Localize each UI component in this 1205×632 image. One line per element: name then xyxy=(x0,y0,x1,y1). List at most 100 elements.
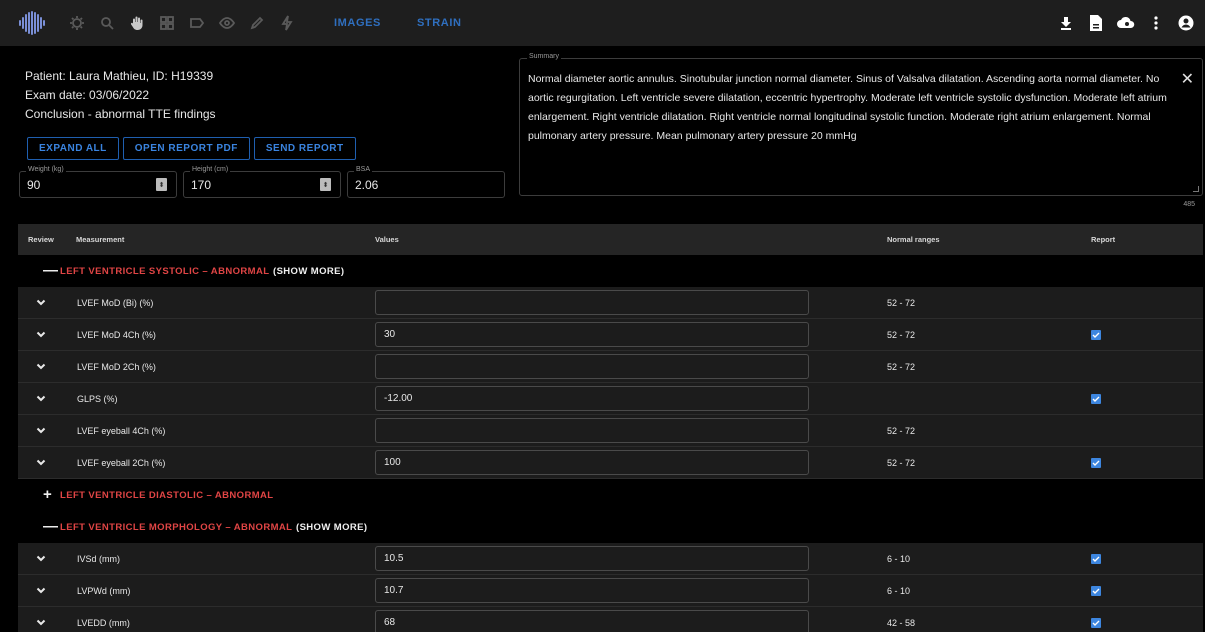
bsa-value: 2.06 xyxy=(355,178,379,192)
measurement-name: IVSd (mm) xyxy=(77,554,121,564)
chevron-down-icon[interactable] xyxy=(35,552,47,564)
collapse-icon[interactable]: — xyxy=(43,519,58,535)
value-input[interactable] xyxy=(375,354,809,379)
summary-label: Summary xyxy=(527,53,561,60)
section-title: LEFT VENTRICLE MORPHOLOGY – ABNORMAL xyxy=(60,522,293,533)
show-more-link[interactable]: (SHOW MORE) xyxy=(273,266,344,277)
section-header[interactable]: — LEFT VENTRICLE MORPHOLOGY – ABNORMAL (SH… xyxy=(18,511,1203,543)
value-input[interactable]: 10.7 xyxy=(375,578,809,603)
summary-text: Normal diameter aortic annulus. Sinotubu… xyxy=(528,73,1167,142)
bsa-field[interactable]: BSA 2.06 xyxy=(347,166,505,198)
chevron-down-icon[interactable] xyxy=(35,456,47,468)
chevron-down-icon[interactable] xyxy=(35,360,47,372)
section-header[interactable]: + LEFT VENTRICLE DIASTOLIC – ABNORMAL xyxy=(18,479,1203,511)
chevron-down-icon[interactable] xyxy=(35,328,47,340)
normal-range: 52 - 72 xyxy=(887,426,916,436)
value-input[interactable]: 68 xyxy=(375,610,809,632)
chevron-down-icon[interactable] xyxy=(35,616,47,628)
section-title: LEFT VENTRICLE DIASTOLIC – ABNORMAL xyxy=(60,490,274,501)
header-normal-ranges: Normal ranges xyxy=(887,235,940,244)
normal-range: 52 - 72 xyxy=(887,298,916,308)
value-text: -12.00 xyxy=(384,393,413,404)
tab-images[interactable]: IMAGES xyxy=(316,0,399,46)
table-row: IVSd (mm) 10.5 6 - 10 xyxy=(18,543,1203,575)
summary-textarea[interactable]: Summary Normal diameter aortic annulus. … xyxy=(519,53,1203,196)
measurement-name: LVEF MoD 2Ch (%) xyxy=(77,362,156,372)
value-text: 10.7 xyxy=(384,585,404,596)
report-checkbox[interactable] xyxy=(1091,330,1101,340)
table-header: Review Measurement Values Normal ranges … xyxy=(18,224,1203,255)
label-icon[interactable] xyxy=(182,8,212,38)
logo-icon xyxy=(16,10,48,36)
header-report: Report xyxy=(1091,235,1116,244)
exam-date: Exam date: 03/06/2022 xyxy=(25,88,150,102)
pencil-icon[interactable] xyxy=(242,8,272,38)
measurement-name: LVEDD (mm) xyxy=(77,618,130,628)
report-checkbox[interactable] xyxy=(1091,458,1101,468)
normal-range: 42 - 58 xyxy=(887,618,916,628)
weight-value: 90 xyxy=(27,178,41,192)
report-actions: EXPAND ALL OPEN REPORT PDF SEND REPORT xyxy=(27,137,360,160)
normal-range: 52 - 72 xyxy=(887,330,916,340)
toolbar-actions xyxy=(1049,0,1199,46)
grid-icon[interactable] xyxy=(152,8,182,38)
send-report-button[interactable]: SEND REPORT xyxy=(253,137,356,160)
open-report-pdf-button[interactable]: OPEN REPORT PDF xyxy=(122,137,250,160)
table-row: LVEF MoD 2Ch (%) 52 - 72 xyxy=(18,351,1203,383)
chevron-down-icon[interactable] xyxy=(35,584,47,596)
measurement-table: — LEFT VENTRICLE SYSTOLIC – ABNORMAL (SHOW… xyxy=(18,255,1203,632)
height-field[interactable]: Height (cm) 170 ⬍ xyxy=(183,166,341,198)
report-checkbox[interactable] xyxy=(1091,554,1101,564)
cloud-search-icon[interactable] xyxy=(1113,8,1139,38)
normal-range: 52 - 72 xyxy=(887,458,916,468)
value-input[interactable]: 30 xyxy=(375,322,809,347)
value-input[interactable]: 10.5 xyxy=(375,546,809,571)
value-input[interactable]: 100 xyxy=(375,450,809,475)
value-text: 68 xyxy=(384,617,396,628)
chevron-down-icon[interactable] xyxy=(35,424,47,436)
header-values: Values xyxy=(375,235,399,244)
height-stepper[interactable]: ⬍ xyxy=(320,178,331,191)
measurement-name: LVEF MoD (Bi) (%) xyxy=(77,298,154,308)
summary-char-count: 485 xyxy=(1183,201,1195,208)
report-checkbox[interactable] xyxy=(1091,394,1101,404)
conclusion: Conclusion - abnormal TTE findings xyxy=(25,107,216,121)
expand-all-button[interactable]: EXPAND ALL xyxy=(27,137,119,160)
report-checkbox[interactable] xyxy=(1091,586,1101,596)
collapse-icon[interactable]: — xyxy=(43,263,58,279)
account-icon[interactable] xyxy=(1173,8,1199,38)
chevron-down-icon[interactable] xyxy=(35,392,47,404)
zoom-icon[interactable] xyxy=(92,8,122,38)
more-vert-icon[interactable] xyxy=(1143,8,1169,38)
download-icon[interactable] xyxy=(1053,8,1079,38)
height-label: Height (cm) xyxy=(190,166,231,173)
expand-icon[interactable]: + xyxy=(43,487,52,503)
value-input[interactable] xyxy=(375,418,809,443)
table-row: LVEF MoD (Bi) (%) 52 - 72 xyxy=(18,287,1203,319)
weight-field[interactable]: Weight (kg) 90 ⬍ xyxy=(19,166,177,198)
value-input[interactable]: -12.00 xyxy=(375,386,809,411)
patient-line: Patient: Laura Mathieu, ID: H19339 xyxy=(25,69,214,83)
top-toolbar: IMAGES STRAIN xyxy=(0,0,1205,46)
patient-info: Patient: Laura Mathieu, ID: H19339 Exam … xyxy=(25,67,216,124)
weight-stepper[interactable]: ⬍ xyxy=(156,178,167,191)
close-icon[interactable]: ✕ xyxy=(1181,69,1194,89)
measurement-name: LVEF MoD 4Ch (%) xyxy=(77,330,156,340)
tab-strain[interactable]: STRAIN xyxy=(399,0,480,46)
height-value: 170 xyxy=(191,178,212,192)
chevron-down-icon[interactable] xyxy=(35,296,47,308)
value-input[interactable] xyxy=(375,290,809,315)
show-more-link[interactable]: (SHOW MORE) xyxy=(296,522,367,533)
measurement-name: LVEF eyeball 4Ch (%) xyxy=(77,426,166,436)
contrast-icon[interactable] xyxy=(62,8,92,38)
pan-hand-icon[interactable] xyxy=(122,8,152,38)
document-icon[interactable] xyxy=(1083,8,1109,38)
normal-range: 6 - 10 xyxy=(887,586,911,596)
report-checkbox[interactable] xyxy=(1091,618,1101,628)
value-text: 100 xyxy=(384,457,401,468)
resize-grip-icon[interactable] xyxy=(1193,186,1199,192)
section-header[interactable]: — LEFT VENTRICLE SYSTOLIC – ABNORMAL (SHOW… xyxy=(18,255,1203,287)
bolt-icon[interactable] xyxy=(272,8,302,38)
eye-icon[interactable] xyxy=(212,8,242,38)
normal-range: 52 - 72 xyxy=(887,362,916,372)
